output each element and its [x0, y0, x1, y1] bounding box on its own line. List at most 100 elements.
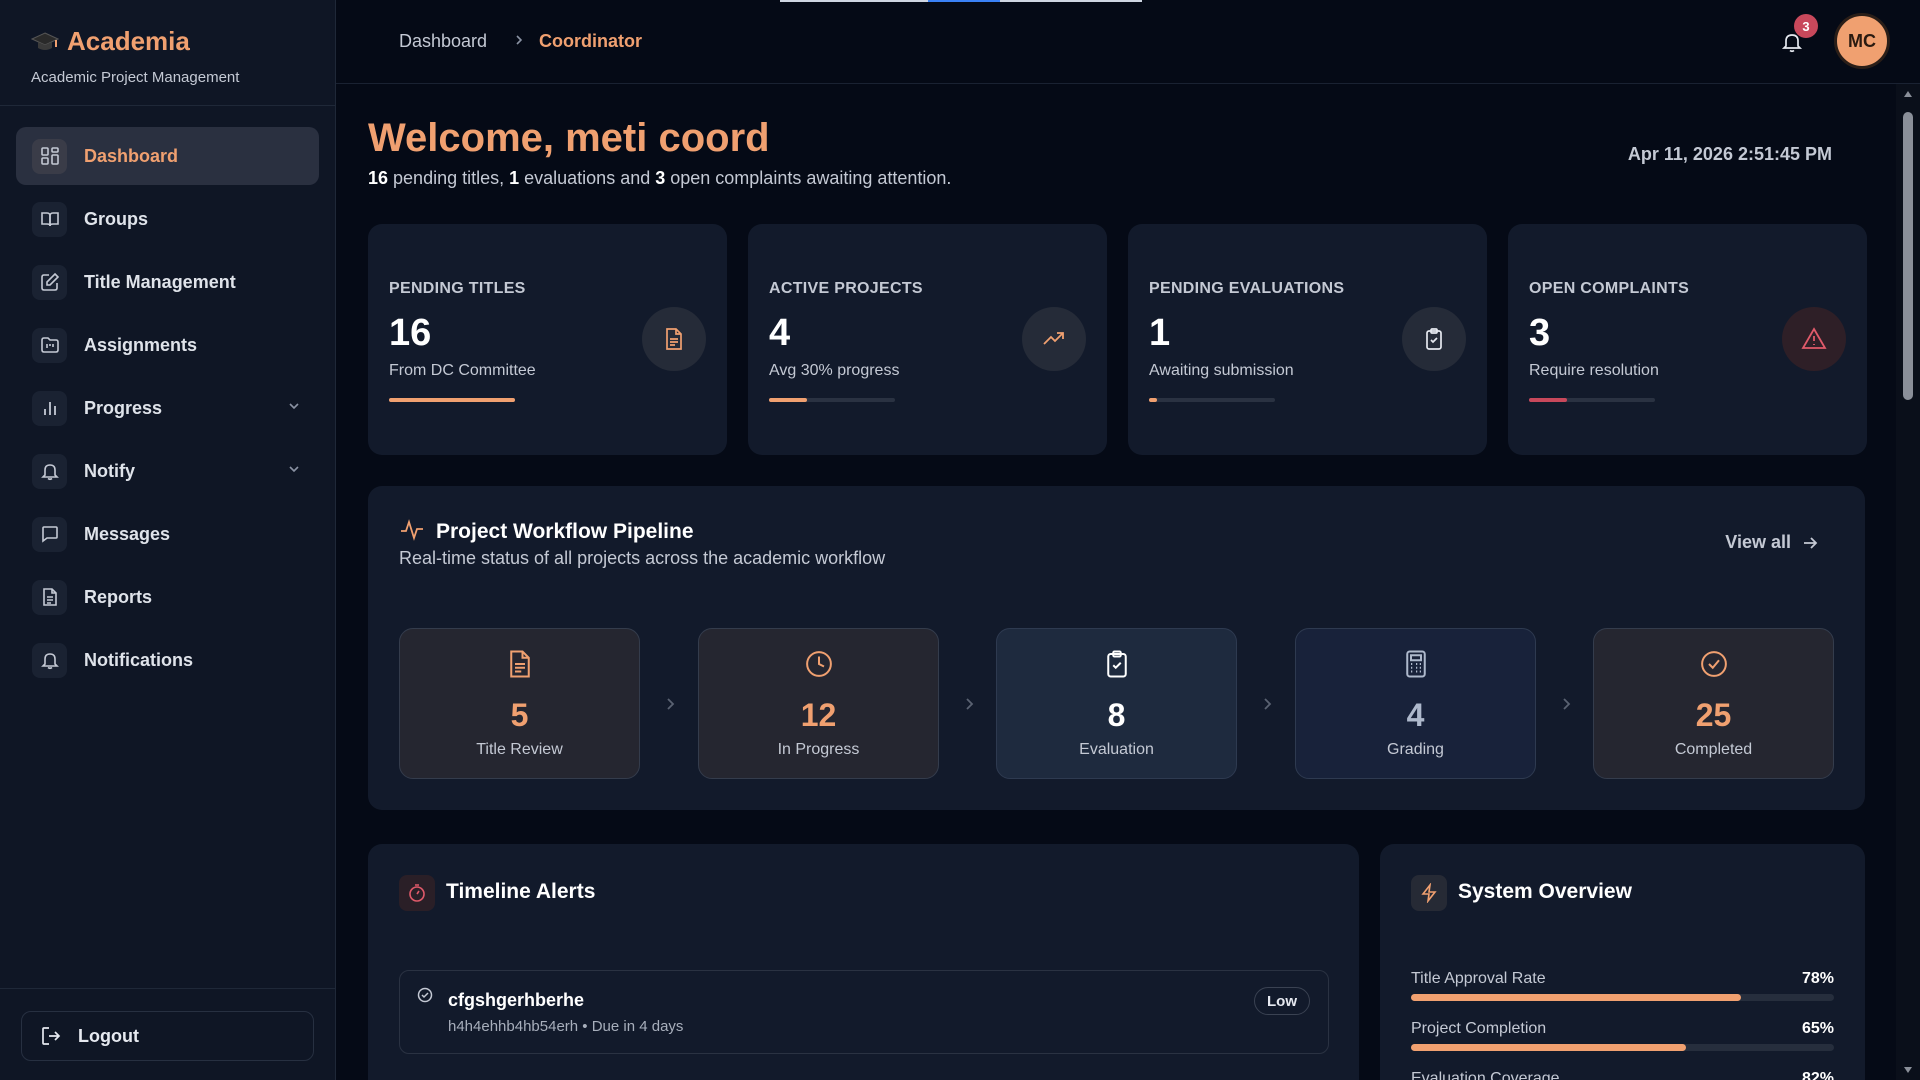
graduation-cap-icon: [31, 30, 59, 54]
check-circle-icon: [1699, 649, 1729, 679]
metric-progress-bar: [1411, 1044, 1834, 1051]
avatar[interactable]: MC: [1834, 13, 1890, 69]
stat-value: 1: [1149, 312, 1171, 354]
sidebar-item-notifications[interactable]: Notifications: [16, 631, 319, 689]
view-all-label: View all: [1725, 532, 1791, 552]
bar-chart-icon: [32, 390, 67, 426]
priority-badge: Low: [1254, 987, 1310, 1015]
bell-icon: [32, 642, 67, 678]
breadcrumb-dashboard[interactable]: Dashboard: [399, 31, 487, 52]
brand-title: Academia: [67, 26, 190, 56]
sidebar-item-assignments[interactable]: Assignments: [16, 316, 319, 374]
scrollbar[interactable]: [1896, 84, 1920, 1080]
metric-label: Title Approval Rate: [1411, 970, 1546, 987]
sidebar-item-groups[interactable]: Groups: [16, 190, 319, 248]
clipboard-check-icon: [1402, 307, 1466, 371]
loading-bar: [780, 0, 1142, 2]
pipeline-title: Project Workflow Pipeline: [436, 520, 694, 543]
sidebar-item-dashboard[interactable]: Dashboard: [16, 127, 319, 185]
metric-progress-bar: [1411, 994, 1834, 1001]
stat-label: ACTIVE PROJECTS: [769, 280, 923, 297]
main-content: Welcome, meti coord 16 pending titles, 1…: [336, 84, 1896, 1080]
sidebar-item-title-management[interactable]: Title Management: [16, 253, 319, 311]
overview-title: System Overview: [1458, 880, 1632, 903]
chevron-right-icon: [1558, 696, 1574, 712]
folder-kanban-icon: [32, 327, 67, 363]
scroll-up-icon[interactable]: [1903, 90, 1913, 98]
chevron-down-icon[interactable]: [287, 399, 301, 413]
sidebar-item-label: Notify: [84, 460, 135, 481]
brand: Academia Academic Project Management: [0, 0, 335, 106]
clock-icon: [804, 649, 834, 679]
stat-progress-bar: [389, 398, 515, 402]
sidebar-item-reports[interactable]: Reports: [16, 568, 319, 626]
chevron-right-icon: [961, 696, 977, 712]
check-circle-icon: [417, 987, 433, 1003]
metric-label: Project Completion: [1411, 1020, 1547, 1037]
stage-label: Evaluation: [1079, 741, 1154, 758]
sidebar-item-label: Notifications: [84, 649, 194, 670]
logout-button[interactable]: Logout: [21, 1011, 314, 1061]
pipeline-stage-completed[interactable]: 25 Completed: [1593, 628, 1834, 779]
stat-subtitle: Awaiting submission: [1149, 362, 1294, 379]
bell-icon: [32, 453, 67, 489]
stat-card-active-projects[interactable]: ACTIVE PROJECTS 4 Avg 30% progress: [748, 224, 1107, 455]
stat-card-open-complaints[interactable]: OPEN COMPLAINTS 3 Require resolution: [1508, 224, 1867, 455]
stat-value: 4: [769, 312, 791, 354]
sidebar-item-label: Reports: [84, 586, 153, 607]
chevron-down-icon[interactable]: [287, 462, 301, 476]
stage-value: 5: [510, 697, 529, 733]
pipeline-subtitle: Real-time status of all projects across …: [399, 548, 886, 568]
activity-icon: [399, 517, 425, 543]
timeline-alerts: Timeline Alerts cfgshgerhberhe h4h4ehhb4…: [368, 844, 1359, 1080]
calculator-icon: [1401, 649, 1431, 679]
stat-subtitle: Require resolution: [1529, 362, 1659, 379]
stage-label: In Progress: [777, 741, 860, 758]
stat-card-pending-evaluations[interactable]: PENDING EVALUATIONS 1 Awaiting submissio…: [1128, 224, 1487, 455]
sidebar-item-label: Title Management: [84, 271, 236, 292]
stat-label: PENDING EVALUATIONS: [1149, 280, 1345, 297]
sidebar-item-messages[interactable]: Messages: [16, 505, 319, 563]
alert-meta: h4h4ehhb4hb54erh • Due in 4 days: [448, 1018, 684, 1035]
metric-value: 82%: [1801, 1070, 1834, 1080]
stat-subtitle: Avg 30% progress: [769, 362, 900, 379]
alert-triangle-icon: [1782, 307, 1846, 371]
notification-count-badge: 3: [1794, 14, 1818, 38]
chevron-right-icon: [512, 33, 526, 47]
stage-value: 25: [1695, 697, 1732, 733]
pipeline-stage-grading[interactable]: 4 Grading: [1295, 628, 1536, 779]
sidebar-item-label: Messages: [84, 523, 171, 544]
pipeline-stage-evaluation[interactable]: 8 Evaluation: [996, 628, 1237, 779]
scroll-down-icon[interactable]: [1903, 1066, 1913, 1074]
edit-icon: [32, 264, 67, 300]
pipeline-stage-title-review[interactable]: 5 Title Review: [399, 628, 640, 779]
stat-value: 3: [1529, 312, 1551, 354]
view-all-link[interactable]: View all: [1725, 532, 1819, 553]
scrollbar-thumb[interactable]: [1903, 112, 1913, 400]
dashboard-icon: [32, 138, 67, 174]
sidebar-item-label: Dashboard: [84, 145, 179, 166]
stat-card-pending-titles[interactable]: PENDING TITLES 16 From DC Committee: [368, 224, 727, 455]
metric-value: 78%: [1801, 970, 1834, 987]
pipeline-stage-in-progress[interactable]: 12 In Progress: [698, 628, 939, 779]
sidebar-item-progress[interactable]: Progress: [16, 379, 319, 437]
sidebar-nav: Dashboard Groups Title Management Assign…: [0, 106, 335, 689]
stat-progress-bar: [769, 398, 895, 402]
timer-icon: [399, 875, 435, 911]
sidebar: Academia Academic Project Management Das…: [0, 0, 336, 1080]
sidebar-item-label: Groups: [84, 208, 149, 229]
alert-item[interactable]: cfgshgerhberhe h4h4ehhb4hb54erh • Due in…: [399, 970, 1329, 1054]
document-icon: [642, 307, 706, 371]
stage-label: Title Review: [476, 741, 563, 758]
sidebar-item-notify[interactable]: Notify: [16, 442, 319, 500]
current-datetime: Apr 11, 2026 2:51:45 PM: [1627, 144, 1832, 164]
clipboard-check-icon: [1102, 649, 1132, 679]
timeline-title: Timeline Alerts: [446, 880, 596, 903]
stage-label: Grading: [1387, 741, 1444, 758]
chevron-right-icon: [1259, 696, 1275, 712]
logout-section: Logout: [0, 988, 336, 1080]
top-bar: Dashboard Coordinator 3 MC: [336, 0, 1920, 84]
trending-up-icon: [1022, 307, 1086, 371]
arrow-right-icon: [1801, 534, 1819, 552]
stage-value: 4: [1406, 697, 1425, 733]
